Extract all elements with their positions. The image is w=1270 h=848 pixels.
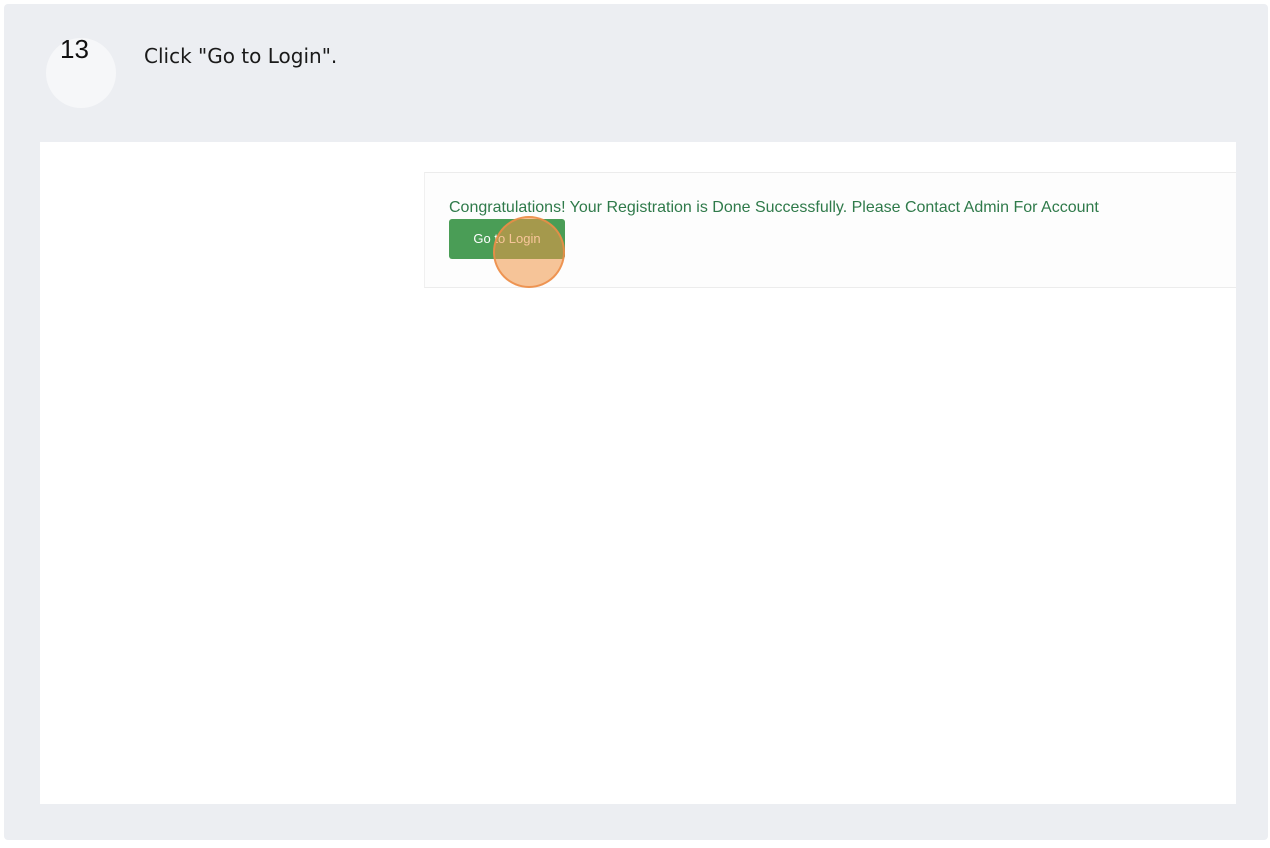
success-message: Congratulations! Your Registration is Do… <box>449 199 1099 216</box>
screenshot-area: Congratulations! Your Registration is Do… <box>40 142 1236 804</box>
step-instruction: Click "Go to Login". <box>144 44 338 68</box>
click-highlight-circle <box>493 216 565 288</box>
guide-page: 13 Click "Go to Login". Congratulations!… <box>0 0 1270 848</box>
step-number: 13 <box>60 34 89 64</box>
